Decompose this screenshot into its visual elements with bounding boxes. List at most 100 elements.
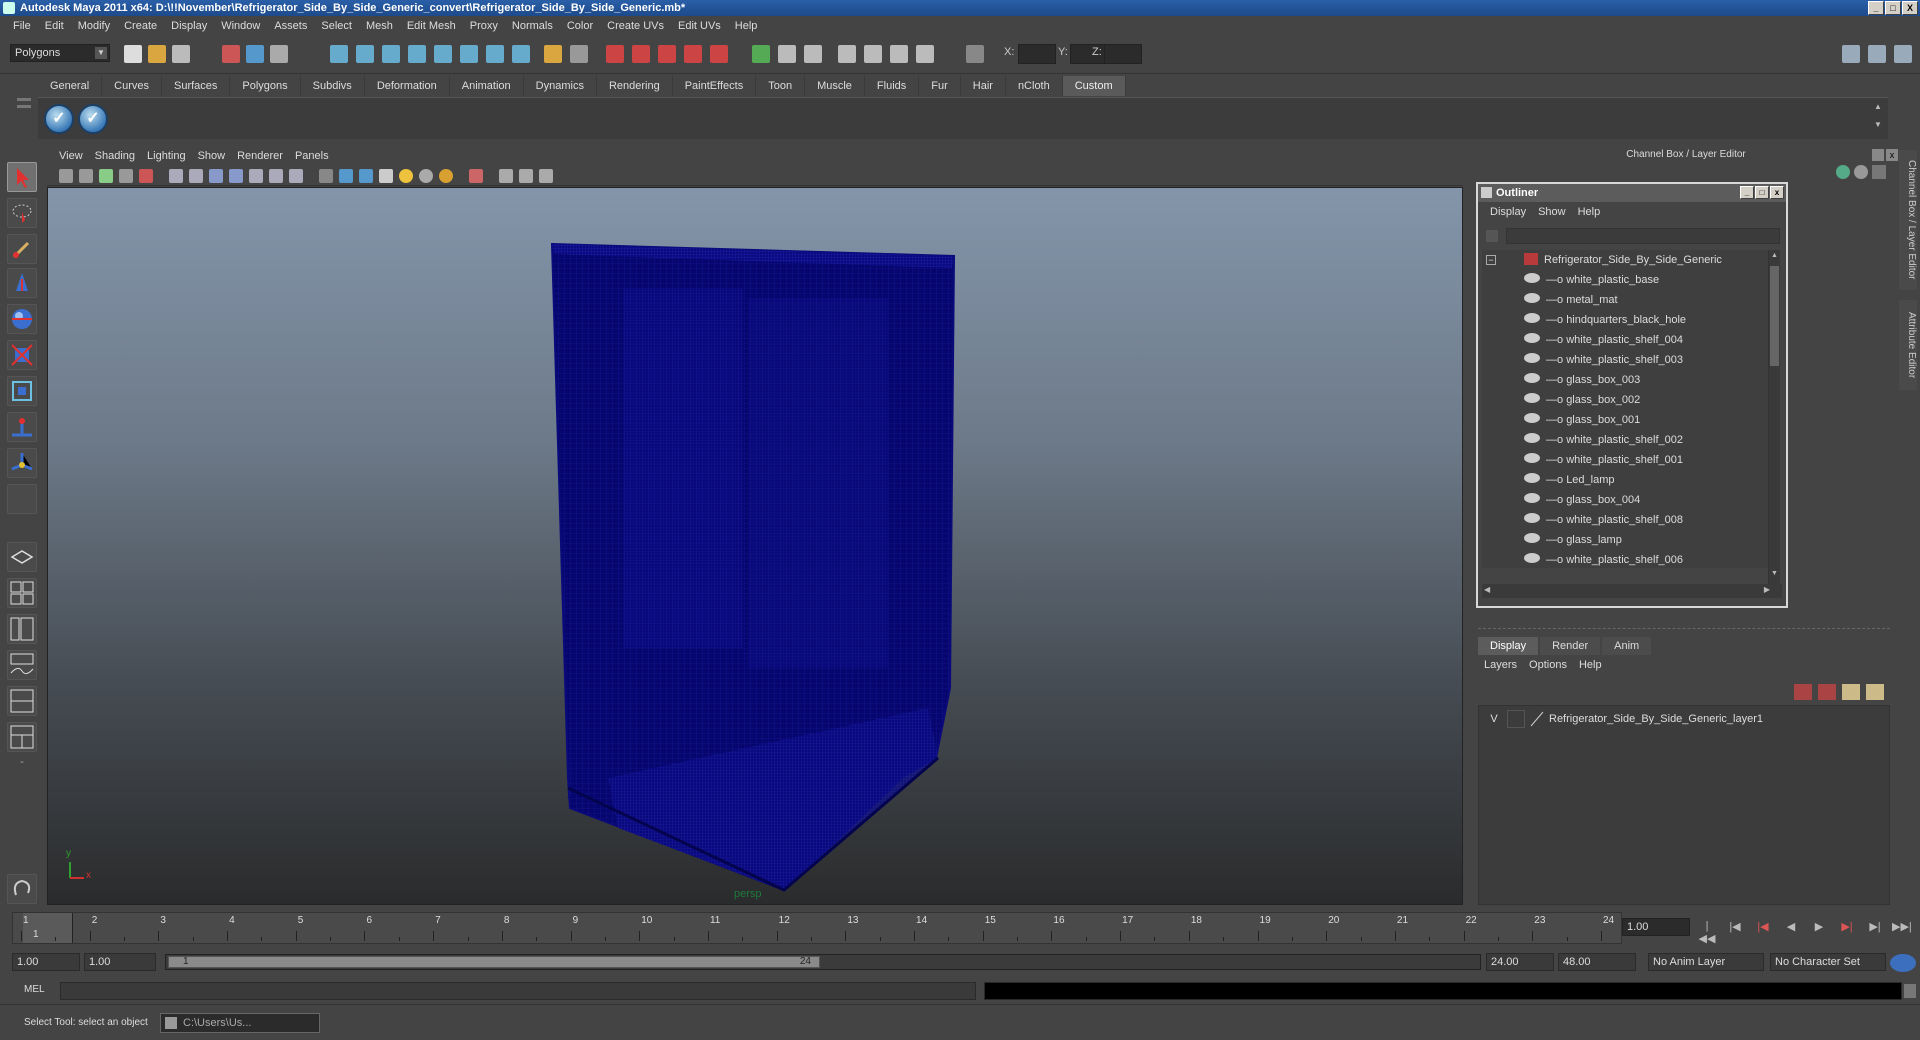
smooth-shade-icon[interactable]	[339, 169, 353, 183]
perspective-viewport[interactable]: y x persp	[47, 187, 1463, 905]
menu-edit-mesh[interactable]: Edit Mesh	[400, 20, 463, 32]
shelf-tab-custom[interactable]: Custom	[1062, 76, 1126, 96]
y-field[interactable]	[1070, 44, 1108, 64]
camera-icon[interactable]	[838, 45, 856, 63]
menu-create[interactable]: Create	[117, 20, 164, 32]
field-chart-icon[interactable]	[249, 169, 263, 183]
hypershade-icon[interactable]	[684, 45, 702, 63]
menu-help[interactable]: Help	[728, 20, 765, 32]
open-scene-icon[interactable]	[148, 45, 166, 63]
shelf-tab-subdivs[interactable]: Subdivs	[300, 76, 365, 96]
select-camera-icon[interactable]	[59, 169, 73, 183]
snap-point-icon[interactable]	[382, 45, 400, 63]
menu-color[interactable]: Color	[560, 20, 600, 32]
snap-curve-icon[interactable]	[356, 45, 374, 63]
shelf-menu-handle[interactable]	[14, 78, 34, 138]
shelf-tab-rendering[interactable]: Rendering	[596, 76, 673, 96]
outliner-window[interactable]: Outliner _ □ x Display Show Help − Refrig…	[1476, 182, 1788, 608]
outliner-filter-input[interactable]	[1506, 228, 1780, 244]
outliner-menu-show[interactable]: Show	[1532, 206, 1572, 218]
single-perspective-layout-icon[interactable]	[7, 542, 37, 572]
shelf-tab-fluids[interactable]: Fluids	[864, 76, 920, 96]
auto-key-icon[interactable]	[1890, 954, 1916, 972]
make-live-icon[interactable]	[434, 45, 452, 63]
relative-mode-icon[interactable]	[890, 45, 908, 63]
viewport-menu-renderer[interactable]: Renderer	[231, 150, 289, 162]
shelf-tab-surfaces[interactable]: Surfaces	[161, 76, 231, 96]
grid-icon[interactable]	[169, 169, 183, 183]
outliner-vertical-scrollbar[interactable]: ▲ ▼	[1768, 250, 1780, 584]
wireframe-on-shaded-icon[interactable]	[359, 169, 373, 183]
side-tab-channel-box[interactable]: Channel Box / Layer Editor	[1899, 150, 1917, 290]
shelf-tab-deformation[interactable]: Deformation	[364, 76, 450, 96]
menu-assets[interactable]: Assets	[267, 20, 314, 32]
play-backwards-icon[interactable]: ◀	[1782, 920, 1800, 936]
menu-select[interactable]: Select	[314, 20, 359, 32]
shelf-tab-painteffects[interactable]: PaintEffects	[672, 76, 757, 96]
shelf-tab-animation[interactable]: Animation	[449, 76, 524, 96]
layer-row[interactable]: V Refrigerator_Side_By_Side_Generic_laye…	[1485, 710, 1885, 728]
layer-menu-help[interactable]: Help	[1573, 659, 1608, 671]
shelf-tab-dynamics[interactable]: Dynamics	[523, 76, 597, 96]
more-layouts-icon[interactable]: -	[7, 756, 37, 774]
shelf-tab-ncloth[interactable]: nCloth	[1005, 76, 1063, 96]
shelf-tab-hair[interactable]: Hair	[960, 76, 1006, 96]
layer-editor-icon[interactable]	[1854, 165, 1868, 179]
channel-box-icon[interactable]	[1836, 165, 1850, 179]
layer-color-swatch[interactable]	[1529, 710, 1547, 728]
transform-mode-icon[interactable]	[864, 45, 882, 63]
step-back-frame-icon[interactable]: |◀	[1726, 920, 1744, 936]
toggle-attribute-editor-icon[interactable]	[1842, 45, 1860, 63]
rotate-tool-icon[interactable]	[7, 304, 37, 334]
layer-tab-anim[interactable]: Anim	[1602, 637, 1652, 655]
list-item[interactable]: —o white_plastic_base	[1524, 270, 1659, 290]
numeric-input-icon[interactable]	[966, 45, 984, 63]
textured-icon[interactable]	[379, 169, 393, 183]
playback-end-field[interactable]: 24.00	[1486, 953, 1554, 971]
x-field[interactable]	[1018, 44, 1056, 64]
input-ops-icon[interactable]	[460, 45, 478, 63]
menu-mesh[interactable]: Mesh	[359, 20, 400, 32]
all-lights-icon[interactable]	[419, 169, 433, 183]
absolute-mode-icon[interactable]	[916, 45, 934, 63]
menu-set-dropdown[interactable]: Polygons ▼	[10, 44, 110, 62]
toggle-tool-settings-icon[interactable]	[1868, 45, 1886, 63]
list-item[interactable]: —o glass_box_002	[1524, 390, 1640, 410]
list-item[interactable]: —o Led_lamp	[1524, 470, 1615, 490]
gate-mask-icon[interactable]	[229, 169, 243, 183]
show-manipulator-icon[interactable]	[7, 448, 37, 478]
maximize-button[interactable]: □	[1885, 1, 1901, 15]
select-by-hierarchy-icon[interactable]	[222, 45, 240, 63]
lasso-selection-icon[interactable]	[7, 874, 37, 904]
shadows-icon[interactable]	[439, 169, 453, 183]
safe-action-icon[interactable]	[269, 169, 283, 183]
time-slider[interactable]: 1 2 3 4 5 6 7 8 9 10 11 12 13 14 15 16 17 18 19 20 21 22 23 24 1	[12, 912, 1622, 944]
save-scene-icon[interactable]	[172, 45, 190, 63]
new-scene-icon[interactable]	[124, 45, 142, 63]
step-forward-key-icon[interactable]: ▶|	[1838, 920, 1856, 936]
script-editor-icon[interactable]	[1904, 984, 1916, 998]
start-time-field[interactable]: 1.00	[12, 953, 80, 971]
layer-menu-options[interactable]: Options	[1523, 659, 1573, 671]
resolution-gate-icon[interactable]	[209, 169, 223, 183]
lock-icon[interactable]	[544, 45, 562, 63]
current-time-indicator[interactable]	[23, 913, 73, 943]
collapse-icon[interactable]: −	[1486, 255, 1496, 265]
new-layer-selected-icon[interactable]	[1818, 684, 1836, 700]
menu-modify[interactable]: Modify	[71, 20, 117, 32]
list-item[interactable]: —o white_plastic_shelf_003	[1524, 350, 1683, 370]
refrigerator-wireframe-model[interactable]	[48, 188, 1463, 905]
menu-edit[interactable]: Edit	[38, 20, 71, 32]
outliner-menu-help[interactable]: Help	[1572, 206, 1607, 218]
play-forwards-icon[interactable]: ▶	[1810, 920, 1828, 936]
default-lighting-icon[interactable]	[399, 169, 413, 183]
move-tool-icon[interactable]	[7, 268, 37, 298]
persp-outliner-layout-icon[interactable]	[7, 614, 37, 644]
four-view-layout-icon[interactable]	[7, 578, 37, 608]
filter-icon[interactable]	[1486, 230, 1498, 242]
current-frame-field[interactable]: 1.00	[1622, 918, 1690, 936]
menu-file[interactable]: File	[6, 20, 38, 32]
anim-layer-dropdown[interactable]: No Anim Layer	[1648, 953, 1764, 971]
shelf-tab-muscle[interactable]: Muscle	[805, 76, 865, 96]
select-by-object-icon[interactable]	[246, 45, 264, 63]
